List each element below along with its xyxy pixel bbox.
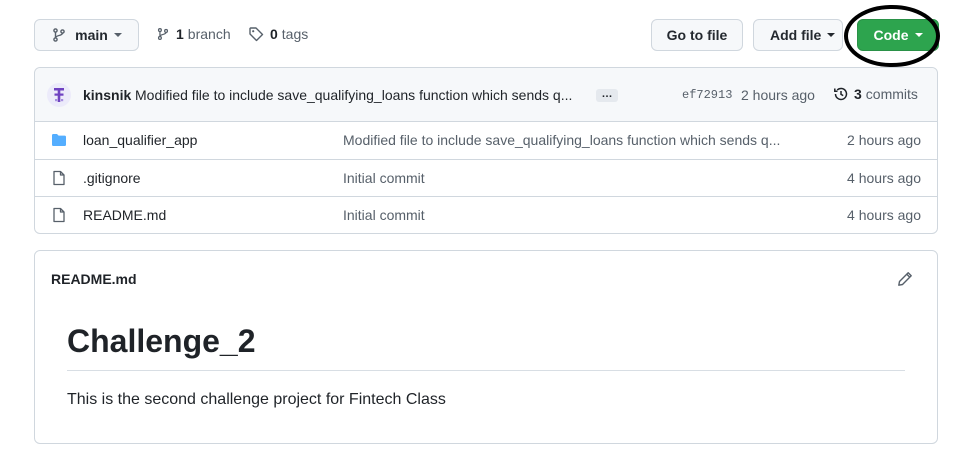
commit-time: 2 hours ago — [741, 87, 815, 103]
branch-label: branch — [187, 26, 231, 42]
highlight-circle — [844, 5, 940, 67]
branches-link[interactable]: 1 branch — [156, 26, 231, 42]
file-name[interactable]: .gitignore — [83, 170, 141, 186]
file-age: 4 hours ago — [847, 170, 921, 186]
file-row[interactable]: loan_qualifier_app Modified file to incl… — [35, 122, 937, 159]
history-icon — [834, 87, 848, 101]
file-name[interactable]: README.md — [83, 207, 166, 223]
add-file-button[interactable]: Add file — [753, 19, 843, 51]
latest-commit-bar: kinsnik Modified file to include save_qu… — [35, 68, 937, 122]
commit-sha[interactable]: ef72913 — [682, 88, 732, 102]
file-row[interactable]: .gitignore Initial commit 4 hours ago — [35, 159, 937, 196]
go-to-file-button[interactable]: Go to file — [651, 19, 743, 51]
readme-body: This is the second challenge project for… — [67, 391, 446, 408]
tag-icon — [249, 27, 264, 42]
commit-count: 3 — [854, 86, 862, 102]
commits-label: commits — [865, 86, 918, 102]
tag-label: tags — [281, 26, 309, 42]
tags-link[interactable]: 0 tags — [248, 26, 308, 42]
heading-divider — [67, 370, 905, 371]
tag-count: 0 — [270, 26, 278, 42]
branch-select-label: main — [75, 27, 108, 43]
branch-count: 1 — [176, 26, 184, 42]
commit-author[interactable]: kinsnik — [83, 87, 131, 103]
commit-message[interactable]: Modified file to include save_qualifying… — [135, 87, 572, 103]
caret-down-icon — [827, 33, 836, 37]
branch-select-button[interactable]: main — [34, 19, 139, 51]
pencil-icon[interactable] — [897, 271, 913, 287]
file-browser: kinsnik Modified file to include save_qu… — [34, 67, 938, 234]
file-age: 2 hours ago — [847, 132, 921, 148]
avatar[interactable] — [47, 83, 71, 107]
file-name[interactable]: loan_qualifier_app — [83, 132, 197, 148]
git-branch-icon — [53, 28, 65, 42]
file-commit-message[interactable]: Modified file to include save_qualifying… — [343, 132, 780, 148]
file-commit-message[interactable]: Initial commit — [343, 170, 425, 186]
folder-icon — [52, 134, 66, 146]
readme-heading: Challenge_2 — [67, 323, 256, 359]
add-file-label: Add file — [770, 27, 822, 43]
file-icon — [53, 207, 65, 223]
expand-commit-message-button[interactable]: … — [596, 89, 618, 102]
file-icon — [53, 170, 65, 186]
readme-filename[interactable]: README.md — [51, 271, 137, 287]
git-branch-icon — [157, 28, 169, 40]
caret-down-icon — [113, 33, 122, 37]
go-to-file-label: Go to file — [666, 27, 728, 43]
readme-panel: README.md Challenge_2 This is the second… — [34, 250, 938, 444]
file-commit-message[interactable]: Initial commit — [343, 207, 425, 223]
file-age: 4 hours ago — [847, 207, 921, 223]
commits-link[interactable]: 3 commits — [833, 86, 918, 102]
file-row[interactable]: README.md Initial commit 4 hours ago — [35, 196, 937, 233]
